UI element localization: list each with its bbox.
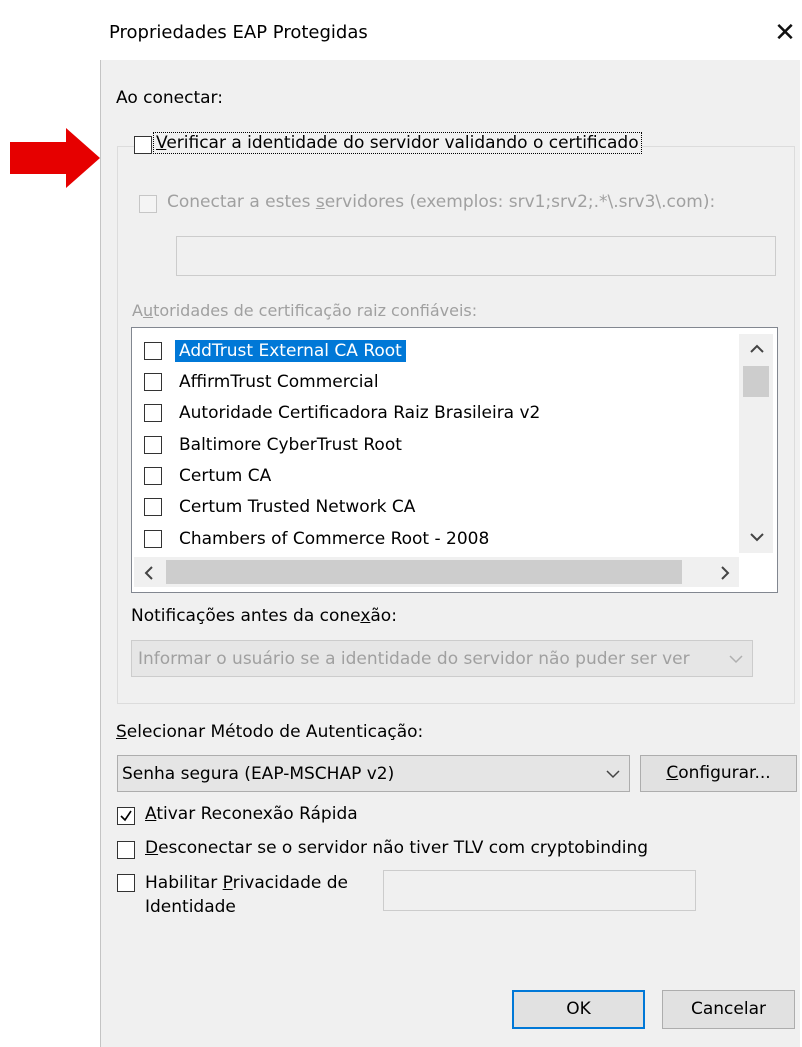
identity-privacy-input[interactable] [383, 870, 696, 911]
list-item[interactable]: Certum Trusted Network CA [144, 493, 744, 521]
list-item[interactable]: Autoridade Certificadora Raiz Brasileira… [144, 399, 744, 427]
servers-input[interactable] [176, 236, 776, 276]
disconnect-tlv-label[interactable]: Desconectar se o servidor não tiver TLV … [145, 838, 648, 858]
disconnect-tlv-checkbox[interactable] [117, 841, 135, 859]
certificate-name: Certum Trusted Network CA [179, 497, 416, 517]
verify-server-label[interactable]: Verificar a identidade do servidor valid… [153, 132, 642, 154]
certificate-name: Baltimore CyberTrust Root [179, 435, 402, 455]
section-label-connect: Ao conectar: [116, 88, 223, 108]
certificate-name: AffirmTrust Commercial [179, 372, 379, 392]
certificate-checkbox[interactable] [144, 436, 162, 454]
certificate-checkbox[interactable] [144, 498, 162, 516]
notifications-value: Informar o usuário se a identidade do se… [138, 649, 690, 669]
certificate-checkbox[interactable] [144, 467, 162, 485]
auth-method-label: Selecionar Método de Autenticação: [116, 722, 424, 742]
trusted-ca-label: Autoridades de certificação raiz confiáv… [132, 301, 478, 320]
certificate-checkbox[interactable] [144, 530, 162, 548]
identity-privacy-label[interactable]: Habilitar Privacidade de Identidade [145, 871, 348, 919]
list-item[interactable]: Chambers of Commerce Root - 2008 [144, 525, 744, 553]
list-item[interactable]: Baltimore CyberTrust Root [144, 431, 744, 459]
horizontal-scroll-thumb[interactable] [166, 560, 682, 584]
certificate-name: Chambers of Commerce Root - 2008 [179, 529, 490, 549]
connect-servers-checkbox[interactable] [139, 195, 157, 213]
certificate-checkbox[interactable] [144, 373, 162, 391]
chevron-right-icon[interactable] [720, 565, 732, 581]
certificate-checkbox[interactable] [144, 404, 162, 422]
configure-button[interactable]: Configurar... [640, 755, 797, 792]
list-item[interactable]: Certum CA [144, 462, 744, 490]
chevron-left-icon[interactable] [142, 565, 154, 581]
fast-reconnect-label[interactable]: Ativar Reconexão Rápida [145, 804, 358, 824]
red-arrow-right-icon [10, 128, 100, 188]
ok-button[interactable]: OK [512, 990, 645, 1029]
notifications-label: Notificações antes da conexão: [131, 606, 397, 626]
identity-privacy-checkbox[interactable] [117, 874, 135, 892]
certificate-list[interactable]: AddTrust External CA Root AffirmTrust Co… [131, 327, 778, 593]
cancel-button[interactable]: Cancelar [662, 990, 795, 1029]
chevron-down-icon[interactable] [749, 532, 765, 544]
close-icon[interactable]: ✕ [772, 18, 798, 48]
verify-server-checkbox[interactable] [134, 136, 152, 154]
chevron-down-icon [606, 770, 620, 779]
dialog-title: Propriedades EAP Protegidas [109, 22, 368, 43]
auth-method-value: Senha segura (EAP-MSCHAP v2) [122, 764, 395, 784]
list-item[interactable]: AddTrust External CA Root [144, 337, 744, 365]
list-item[interactable]: AffirmTrust Commercial [144, 368, 744, 396]
vertical-scroll-thumb[interactable] [743, 366, 769, 397]
notifications-select[interactable]: Informar o usuário se a identidade do se… [131, 640, 753, 677]
checkmark-icon [120, 810, 132, 822]
certificate-name: Certum CA [179, 466, 272, 486]
chevron-down-icon [729, 655, 743, 664]
fast-reconnect-checkbox[interactable] [117, 807, 135, 825]
certificate-checkbox[interactable] [144, 342, 162, 360]
certificate-name: AddTrust External CA Root [175, 340, 406, 362]
connect-servers-label: Conectar a estes servidores (exemplos: s… [167, 192, 716, 212]
certificate-name: Autoridade Certificadora Raiz Brasileira… [179, 403, 541, 423]
chevron-up-icon[interactable] [749, 342, 765, 354]
auth-method-select[interactable]: Senha segura (EAP-MSCHAP v2) [117, 755, 630, 792]
